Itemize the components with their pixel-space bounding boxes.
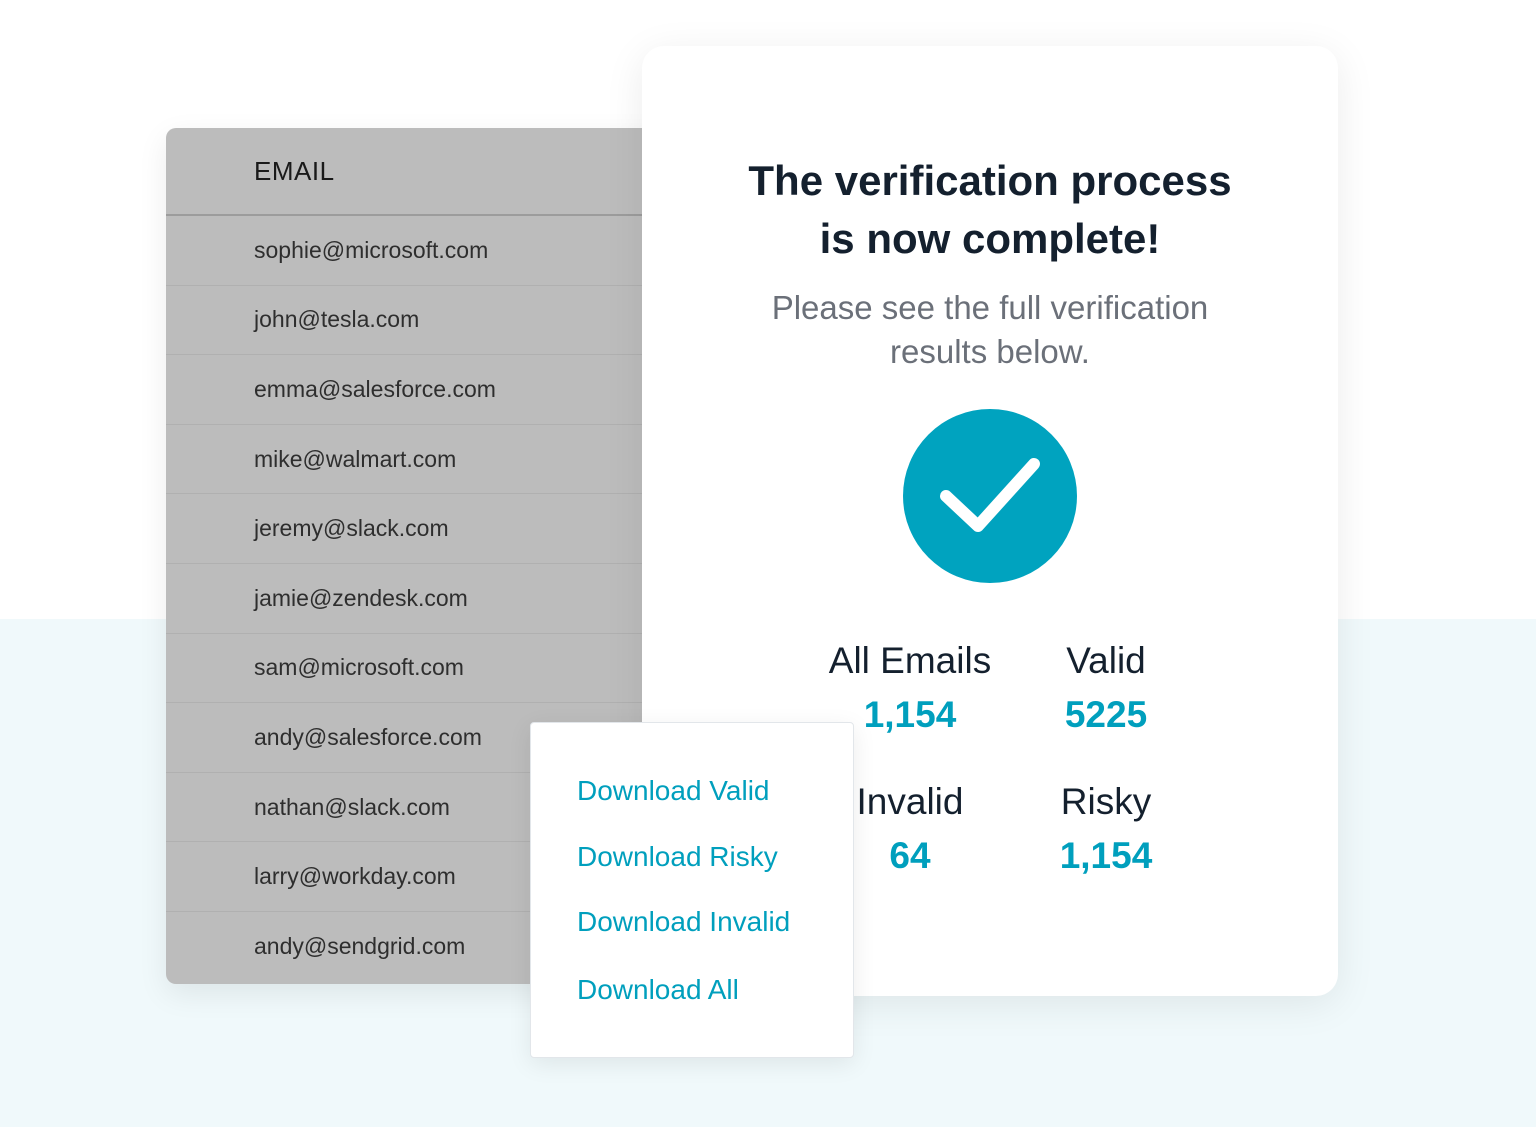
email-header-label: EMAIL (254, 155, 335, 186)
email-row[interactable]: jamie@zendesk.com (166, 564, 686, 634)
result-subtitle: Please see the full verification results… (642, 286, 1338, 374)
download-invalid-link[interactable]: Download Invalid (577, 906, 790, 938)
result-title: The verification process is now complete… (642, 152, 1338, 268)
email-row[interactable]: sophie@microsoft.com (166, 216, 686, 286)
email-row[interactable]: mike@walmart.com (166, 425, 686, 495)
email-row[interactable]: emma@salesforce.com (166, 355, 686, 425)
email-row[interactable]: jeremy@slack.com (166, 494, 686, 564)
stat-value: 1,154 (1059, 835, 1153, 876)
check-icon (903, 409, 1077, 583)
stat-label: Risky (1060, 781, 1152, 822)
download-risky-link[interactable]: Download Risky (577, 841, 778, 873)
stat-label: All Emails (828, 640, 992, 681)
result-title-line1: The verification process (748, 157, 1232, 204)
check-icon-glyph (940, 458, 1040, 532)
email-column-header: EMAIL (166, 128, 686, 216)
download-all-link[interactable]: Download All (577, 974, 739, 1006)
stat-risky: Risky 1,154 (996, 779, 1216, 879)
stat-value: 5225 (1064, 694, 1148, 735)
stat-label: Valid (1066, 640, 1146, 681)
result-title-line2: is now complete! (819, 215, 1161, 262)
email-row[interactable]: john@tesla.com (166, 286, 686, 356)
email-row[interactable]: sam@microsoft.com (166, 634, 686, 704)
result-subtitle-line2: results below. (890, 333, 1090, 370)
stat-valid: Valid 5225 (996, 638, 1216, 738)
download-menu: Download Valid Download Risky Download I… (530, 722, 854, 1058)
download-valid-link[interactable]: Download Valid (577, 775, 770, 807)
result-subtitle-line1: Please see the full verification (771, 289, 1209, 326)
